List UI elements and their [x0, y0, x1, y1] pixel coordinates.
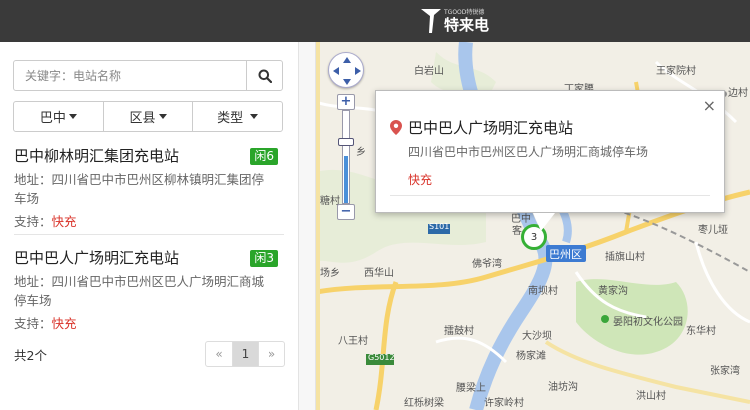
zoom-level-fill	[344, 156, 348, 203]
support-value: 快充	[51, 316, 77, 331]
map-label: 东华村	[686, 326, 716, 337]
zoom-control: + −	[337, 94, 355, 220]
popup-title: 巴中巴人广场明汇充电站	[390, 117, 573, 138]
result-count: 共2个	[14, 348, 47, 363]
station-support: 支持：快充	[14, 314, 284, 333]
popup-pointer	[533, 213, 555, 231]
filter-bar: 巴中 区县 类型	[13, 101, 283, 132]
highway-shield-label: G5012	[368, 353, 395, 362]
station-address: 地址：四川省巴中市巴州区巴人广场明汇商城停车场	[14, 272, 284, 310]
logo-mark-icon	[421, 9, 441, 33]
station-list-item[interactable]: 巴中柳林明汇集团充电站 闲6 地址：四川省巴中市巴州区柳林镇明汇集团停车场 支持…	[14, 146, 284, 231]
map-label: 乡	[356, 147, 366, 158]
popup-address: 四川省巴中市巴州区巴人广场明汇商城停车场	[408, 145, 649, 159]
pagination: « 1 »	[205, 341, 285, 367]
map-label: 八王村	[338, 336, 368, 347]
popup-close-button[interactable]: ×	[703, 96, 716, 115]
list-divider	[14, 234, 284, 235]
city-filter-dropdown[interactable]: 巴中	[14, 102, 103, 131]
map-label: 边村	[728, 88, 748, 99]
support-value: 快充	[51, 214, 77, 229]
map-label: 场乡	[320, 268, 340, 279]
search-button[interactable]	[246, 61, 282, 90]
county-filter-dropdown[interactable]: 区县	[102, 102, 193, 131]
map-label: 白岩山	[414, 66, 444, 77]
caret-down-icon	[250, 114, 259, 119]
type-filter-label: 类型	[217, 111, 244, 126]
highway-shield-label: S101	[429, 222, 450, 231]
zoom-slider-handle[interactable]	[338, 138, 354, 146]
availability-badge: 闲3	[250, 250, 278, 267]
zoom-slider-track[interactable]	[342, 110, 350, 204]
popup-divider	[390, 195, 710, 196]
support-label: 支持：	[14, 316, 52, 331]
support-label: 支持：	[14, 214, 52, 229]
brand-logo[interactable]: TGOOD特锐德 特来电	[420, 5, 489, 37]
map-label: 许家岭村	[484, 398, 524, 409]
search-box	[13, 60, 283, 91]
map-label: 南坝村	[528, 286, 558, 297]
station-address: 地址：四川省巴中市巴州区柳林镇明汇集团停车场	[14, 170, 284, 208]
location-pin-icon	[390, 120, 402, 135]
map-label: 佛爷湾	[472, 259, 502, 270]
availability-badge: 闲6	[250, 148, 278, 165]
map-label: 杨家滩	[516, 351, 546, 362]
caret-down-icon	[68, 114, 77, 119]
map-label: 腰梁上	[456, 383, 486, 394]
map-label: 王家院村	[656, 66, 696, 77]
map-label: 洪山村	[636, 391, 666, 402]
search-icon	[258, 69, 272, 83]
popup-title-text: 巴中巴人广场明汇充电站	[408, 119, 574, 137]
station-name[interactable]: 巴中巴人广场明汇充电站	[14, 248, 284, 268]
city-filter-label: 巴中	[39, 111, 66, 126]
popup-charge-type: 快充	[408, 173, 433, 187]
app-header: TGOOD特锐德 特来电	[0, 0, 750, 42]
map-label: 西华山	[364, 268, 394, 279]
map-label: 枣儿垭	[698, 225, 728, 236]
caret-down-icon	[158, 114, 167, 119]
zoom-in-button[interactable]: +	[337, 94, 355, 110]
county-filter-label: 区县	[129, 111, 156, 126]
address-value: 四川省巴中市巴州区柳林镇明汇集团停车场	[14, 172, 265, 206]
map-label: 油坊沟	[548, 382, 578, 393]
map-label: 红栎树梁	[404, 398, 444, 409]
address-value: 四川省巴中市巴州区巴人广场明汇商城停车场	[14, 274, 265, 308]
station-name[interactable]: 巴中柳林明汇集团充电站	[14, 146, 284, 166]
type-filter-dropdown[interactable]: 类型	[192, 102, 282, 131]
station-list-item[interactable]: 巴中巴人广场明汇充电站 闲3 地址：四川省巴中市巴州区巴人广场明汇商城停车场 支…	[14, 248, 284, 333]
zoom-out-button[interactable]: −	[337, 204, 355, 220]
marker-count: 3	[530, 231, 538, 243]
page-last-button[interactable]: »	[258, 342, 284, 366]
map-label: 黄家沟	[598, 286, 628, 297]
map-label: 大沙坝	[522, 331, 552, 342]
page-first-button[interactable]: «	[206, 342, 232, 366]
address-label: 地址：	[14, 172, 52, 187]
station-sidebar: 巴中 区县 类型 巴中柳林明汇集团充电站 闲6 地址：四川省巴中市巴州区柳林镇明…	[0, 42, 298, 410]
map-label: 晏阳初文化公园	[613, 317, 683, 328]
station-support: 支持：快充	[14, 212, 284, 231]
pan-arrows-icon	[333, 57, 361, 85]
address-label: 地址：	[14, 274, 52, 289]
district-label: 巴州区	[549, 248, 582, 261]
search-input[interactable]	[14, 61, 246, 90]
page-current-button[interactable]: 1	[232, 342, 258, 366]
logo-subtext: TGOOD特锐德	[444, 8, 485, 16]
station-info-popup: × 巴中巴人广场明汇充电站 四川省巴中市巴州区巴人广场明汇商城停车场 快充	[375, 90, 725, 231]
map-pan-control[interactable]	[328, 52, 364, 88]
map-view[interactable]: 白岩山 丁家腰 王家院村 边村 乡 糖村 巴中 客 S101 枣儿垭 插旗山村 …	[316, 42, 750, 410]
map-label: 张家湾	[710, 366, 740, 377]
map-label: 插旗山村	[605, 252, 645, 263]
panel-splitter[interactable]	[298, 42, 316, 410]
map-label: 擂鼓村	[444, 326, 474, 337]
logo-text: 特来电	[444, 15, 490, 34]
